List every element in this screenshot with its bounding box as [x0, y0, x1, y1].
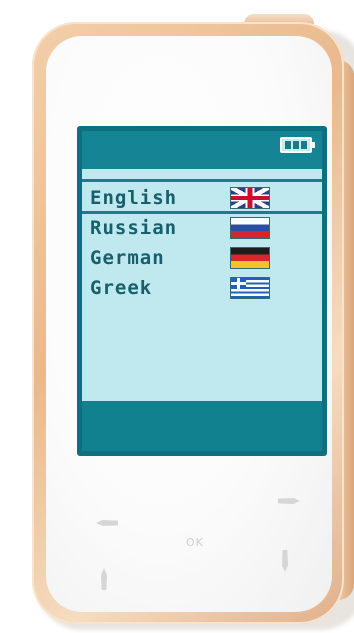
menu-divider-top	[82, 179, 322, 182]
lcd-display: English Russian German Greek	[82, 131, 322, 451]
screen: English Russian German Greek	[77, 126, 327, 456]
battery-bar-2	[293, 141, 299, 149]
language-label: English	[90, 187, 178, 209]
language-item-german[interactable]: German	[82, 245, 322, 271]
russia-flag-icon	[230, 217, 270, 239]
language-label: Russian	[90, 217, 178, 239]
uk-flag-icon	[230, 187, 270, 209]
language-menu: English Russian German Greek	[82, 169, 322, 401]
language-item-russian[interactable]: Russian	[82, 215, 322, 241]
greece-flag-icon	[230, 277, 270, 299]
language-item-greek[interactable]: Greek	[82, 275, 322, 301]
status-bar	[82, 131, 322, 169]
language-item-english[interactable]: English	[82, 185, 322, 211]
battery-icon	[280, 137, 315, 153]
language-label: Greek	[90, 277, 153, 299]
ok-button[interactable]: OK	[186, 536, 204, 549]
lcd-footer-bar	[82, 401, 322, 451]
battery-bar-1	[285, 141, 291, 149]
selection-underline	[82, 211, 322, 214]
language-label: German	[90, 247, 165, 269]
battery-bar-3	[301, 141, 307, 149]
germany-flag-icon	[230, 247, 270, 269]
